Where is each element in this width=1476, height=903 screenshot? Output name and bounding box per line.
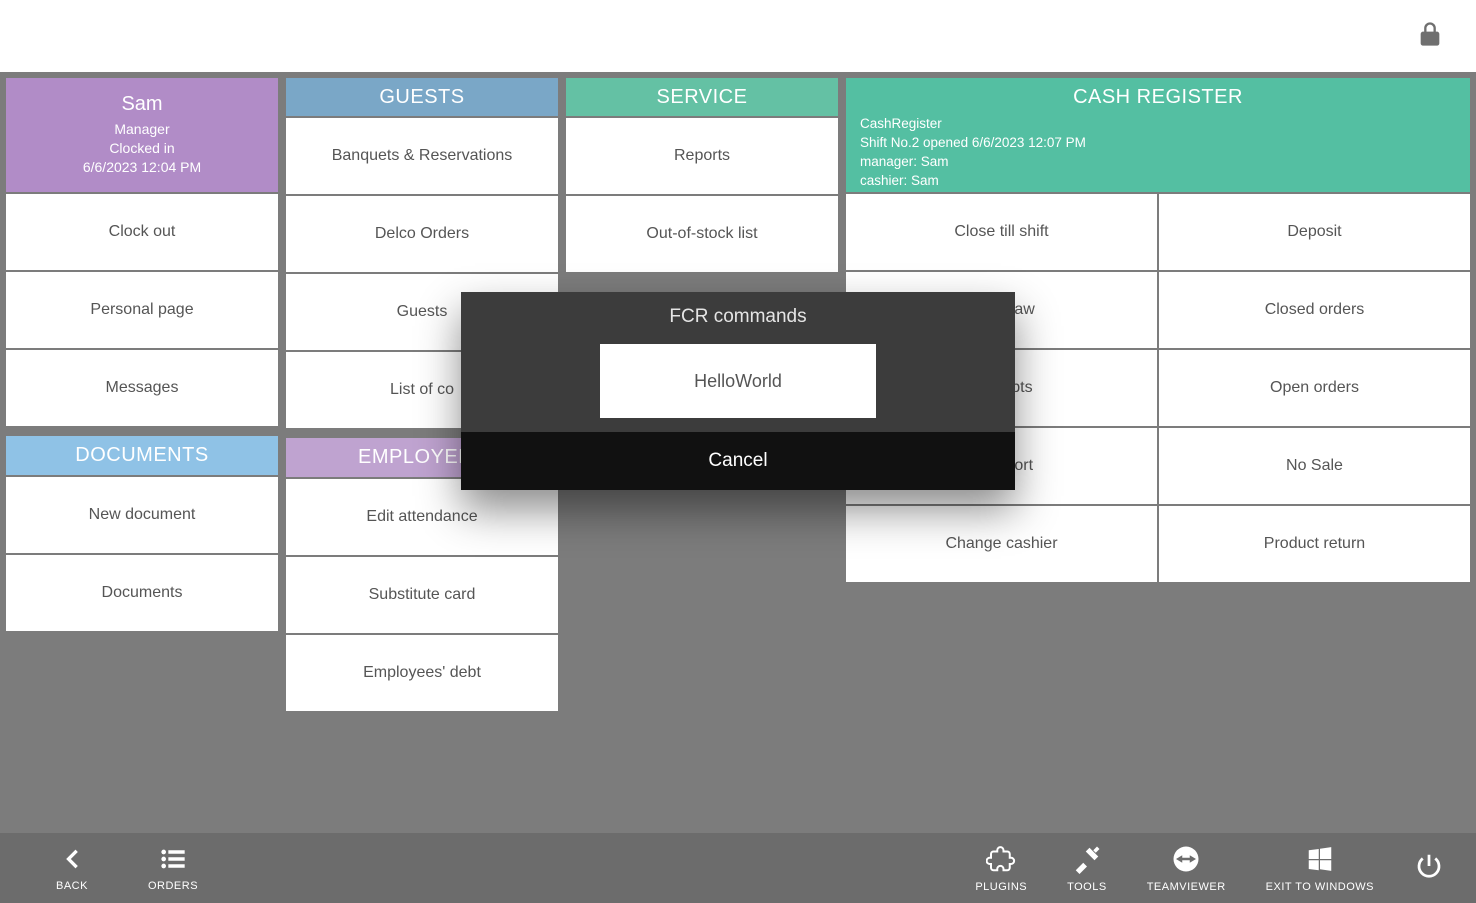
exit-label: EXIT TO WINDOWS — [1266, 881, 1374, 893]
modal-option-helloworld[interactable]: HelloWorld — [600, 344, 876, 418]
orders-button[interactable]: ORDERS — [148, 845, 198, 892]
puzzle-icon — [986, 844, 1016, 877]
documents-button[interactable]: Documents — [6, 555, 278, 631]
fcr-commands-modal: FCR commands HelloWorld Cancel — [461, 292, 1015, 490]
back-label: BACK — [56, 880, 88, 892]
tools-icon — [1072, 844, 1102, 877]
orders-label: ORDERS — [148, 880, 198, 892]
out-of-stock-button[interactable]: Out-of-stock list — [566, 196, 838, 272]
cash-register-name: CashRegister — [860, 115, 1456, 134]
user-name: Sam — [121, 93, 162, 116]
substitute-card-button[interactable]: Substitute card — [286, 557, 558, 633]
chevron-left-icon — [58, 845, 86, 876]
cash-manager-line: manager: Sam — [860, 153, 1456, 172]
reports-button[interactable]: Reports — [566, 118, 838, 194]
clock-out-button[interactable]: Clock out — [6, 194, 278, 270]
user-role: Manager — [114, 120, 169, 139]
deposit-button[interactable]: Deposit — [1159, 194, 1470, 270]
edit-attendance-button[interactable]: Edit attendance — [286, 479, 558, 555]
modal-cancel-button[interactable]: Cancel — [461, 432, 1015, 490]
modal-title: FCR commands — [461, 292, 1015, 344]
workspace: Sam Manager Clocked in 6/6/2023 12:04 PM… — [0, 72, 1476, 833]
exit-to-windows-button[interactable]: EXIT TO WINDOWS — [1266, 844, 1374, 893]
guests-header: GUESTS — [286, 78, 558, 116]
product-return-button[interactable]: Product return — [1159, 506, 1470, 582]
cash-cashier-line: cashier: Sam — [860, 172, 1456, 191]
plugins-button[interactable]: PLUGINS — [975, 844, 1027, 893]
closed-orders-button[interactable]: Closed orders — [1159, 272, 1470, 348]
delco-orders-button[interactable]: Delco Orders — [286, 196, 558, 272]
plugins-label: PLUGINS — [975, 881, 1027, 893]
documents-header: DOCUMENTS — [6, 436, 278, 475]
cash-register-title: CASH REGISTER — [860, 86, 1456, 109]
power-icon — [1414, 868, 1444, 885]
no-sale-button[interactable]: No Sale — [1159, 428, 1470, 504]
tools-label: TOOLS — [1067, 881, 1107, 893]
tools-button[interactable]: TOOLS — [1067, 844, 1107, 893]
teamviewer-button[interactable]: TEAMVIEWER — [1147, 844, 1226, 893]
service-header: SERVICE — [566, 78, 838, 116]
cash-shift-line: Shift No.2 opened 6/6/2023 12:07 PM — [860, 134, 1456, 153]
top-bar — [0, 0, 1476, 72]
close-till-shift-button[interactable]: Close till shift — [846, 194, 1157, 270]
employees-debt-button[interactable]: Employees' debt — [286, 635, 558, 711]
messages-button[interactable]: Messages — [6, 350, 278, 426]
lock-icon[interactable] — [1416, 20, 1444, 53]
change-cashier-button[interactable]: Change cashier — [846, 506, 1157, 582]
user-status: Clocked in — [109, 139, 174, 158]
back-button[interactable]: BACK — [56, 845, 88, 892]
cash-register-header: CASH REGISTER CashRegister Shift No.2 op… — [846, 78, 1470, 192]
personal-page-button[interactable]: Personal page — [6, 272, 278, 348]
windows-icon — [1305, 844, 1335, 877]
user-card: Sam Manager Clocked in 6/6/2023 12:04 PM — [6, 78, 278, 192]
new-document-button[interactable]: New document — [6, 477, 278, 553]
list-icon — [156, 845, 190, 876]
open-orders-button[interactable]: Open orders — [1159, 350, 1470, 426]
teamviewer-label: TEAMVIEWER — [1147, 881, 1226, 893]
banquets-button[interactable]: Banquets & Reservations — [286, 118, 558, 194]
user-timestamp: 6/6/2023 12:04 PM — [83, 158, 201, 177]
teamviewer-icon — [1171, 844, 1201, 877]
power-button[interactable] — [1414, 851, 1444, 886]
footer-bar: BACK ORDERS PLUGINS TOOLS TEAMVIEWER — [0, 833, 1476, 903]
